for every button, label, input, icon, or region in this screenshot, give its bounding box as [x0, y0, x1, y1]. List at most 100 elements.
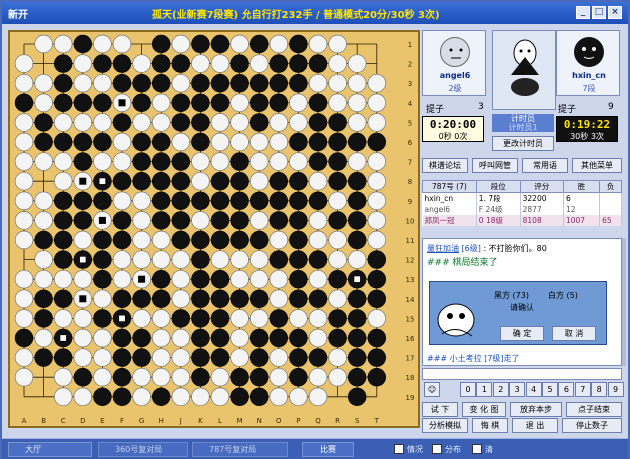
- white-stone[interactable]: [93, 34, 112, 54]
- black-stone[interactable]: [191, 289, 210, 308]
- black-stone[interactable]: [269, 172, 288, 191]
- white-stone[interactable]: [328, 230, 347, 250]
- white-stone[interactable]: [151, 250, 171, 269]
- black-stone[interactable]: [289, 328, 308, 348]
- analyze-button[interactable]: 分析模拟: [422, 418, 468, 433]
- chat-input[interactable]: [422, 368, 622, 380]
- white-stone[interactable]: [367, 211, 387, 230]
- black-stone[interactable]: [367, 348, 386, 367]
- black-stone[interactable]: [269, 211, 288, 230]
- black-stone[interactable]: [152, 172, 171, 191]
- end-counting-button[interactable]: 点子结束: [566, 402, 622, 417]
- black-stone[interactable]: [152, 387, 171, 406]
- phrases-button[interactable]: 常用语: [522, 158, 568, 173]
- black-stone[interactable]: [152, 289, 171, 308]
- black-stone[interactable]: [132, 152, 151, 171]
- black-stone[interactable]: [210, 74, 230, 93]
- white-stone[interactable]: [171, 387, 191, 407]
- table-row[interactable]: hxin_cn 1. 7段 32200 6: [422, 192, 622, 204]
- board-canvas[interactable]: A B C D E F G H J K L M N O P Q R S T123456789101112131415…: [10, 32, 418, 426]
- white-player-card[interactable]: angel6 2级: [422, 30, 486, 96]
- black-stone[interactable]: [152, 132, 171, 152]
- black-stone[interactable]: [171, 54, 191, 73]
- white-stone[interactable]: [14, 230, 34, 250]
- white-stone[interactable]: [347, 73, 367, 93]
- white-stone[interactable]: [249, 250, 269, 269]
- white-stone[interactable]: [308, 171, 328, 191]
- white-stone[interactable]: [328, 93, 347, 113]
- white-stone[interactable]: [14, 367, 34, 387]
- black-stone[interactable]: [250, 289, 269, 308]
- black-stone[interactable]: [112, 328, 132, 348]
- black-stone[interactable]: [328, 132, 347, 152]
- white-stone[interactable]: [132, 367, 151, 387]
- black-stone[interactable]: [210, 172, 230, 191]
- black-stone[interactable]: [171, 211, 191, 230]
- black-stone[interactable]: [93, 93, 112, 113]
- white-stone[interactable]: [367, 113, 387, 132]
- black-stone[interactable]: [152, 54, 171, 73]
- black-stone[interactable]: [132, 172, 151, 191]
- black-stone[interactable]: [308, 348, 328, 367]
- black-stone[interactable]: [191, 74, 210, 93]
- black-stone[interactable]: [348, 328, 367, 348]
- black-stone[interactable]: [367, 270, 386, 289]
- white-stone[interactable]: [73, 387, 93, 407]
- check-distribution[interactable]: [432, 444, 442, 454]
- black-stone[interactable]: [54, 54, 73, 73]
- white-stone[interactable]: [328, 289, 347, 309]
- black-stone[interactable]: [230, 368, 249, 387]
- black-stone[interactable]: [328, 211, 347, 230]
- black-stone[interactable]: [289, 250, 308, 269]
- white-stone[interactable]: [308, 309, 328, 328]
- match-button[interactable]: 比赛: [302, 442, 354, 457]
- variation-button[interactable]: 变 化 图: [462, 402, 506, 417]
- white-stone[interactable]: [151, 309, 171, 328]
- white-stone[interactable]: [53, 113, 73, 132]
- black-stone[interactable]: [289, 132, 308, 152]
- black-stone[interactable]: [34, 230, 53, 250]
- black-stone[interactable]: [112, 348, 132, 367]
- black-stone[interactable]: [54, 230, 73, 250]
- white-stone[interactable]: [14, 132, 34, 152]
- undo-button[interactable]: 悔 棋: [472, 418, 508, 433]
- white-stone[interactable]: [34, 211, 53, 230]
- white-stone[interactable]: [230, 34, 249, 54]
- white-stone[interactable]: [171, 328, 191, 348]
- white-stone[interactable]: [34, 191, 53, 211]
- white-stone[interactable]: [151, 230, 171, 250]
- black-stone[interactable]: [269, 54, 288, 73]
- black-stone[interactable]: [171, 230, 191, 250]
- white-stone[interactable]: [151, 367, 171, 387]
- black-stone[interactable]: [93, 191, 112, 211]
- smiley-icon[interactable]: ☺: [424, 382, 440, 397]
- black-stone[interactable]: [54, 211, 73, 230]
- black-stone[interactable]: [250, 387, 269, 406]
- chat-log[interactable]: 量狂加油 [6级] : 不打脸你们。80 ### 棋局结束了 黑方 (73) 白…: [422, 238, 622, 366]
- white-stone[interactable]: [73, 230, 93, 250]
- white-stone[interactable]: [93, 113, 112, 132]
- white-stone[interactable]: [151, 348, 171, 367]
- black-stone[interactable]: [112, 230, 132, 250]
- white-stone[interactable]: [210, 132, 230, 152]
- white-stone[interactable]: [328, 250, 347, 269]
- black-stone[interactable]: [112, 54, 132, 73]
- black-stone[interactable]: [93, 132, 112, 152]
- black-stone[interactable]: [348, 387, 367, 406]
- black-stone[interactable]: [308, 250, 328, 269]
- black-stone[interactable]: [269, 328, 288, 348]
- chat-scrollbar[interactable]: [622, 238, 626, 366]
- black-stone[interactable]: [289, 289, 308, 308]
- black-stone[interactable]: [112, 368, 132, 387]
- black-stone[interactable]: [210, 211, 230, 230]
- white-stone[interactable]: [93, 367, 112, 387]
- white-stone[interactable]: [34, 269, 53, 289]
- black-stone[interactable]: [289, 368, 308, 387]
- black-stone[interactable]: [269, 93, 288, 113]
- black-stone[interactable]: [210, 270, 230, 289]
- white-stone[interactable]: [14, 152, 34, 171]
- black-stone[interactable]: [348, 132, 367, 152]
- tab-room-360[interactable]: 360号复对局: [98, 442, 188, 457]
- white-stone[interactable]: [34, 152, 53, 171]
- black-stone[interactable]: [230, 74, 249, 93]
